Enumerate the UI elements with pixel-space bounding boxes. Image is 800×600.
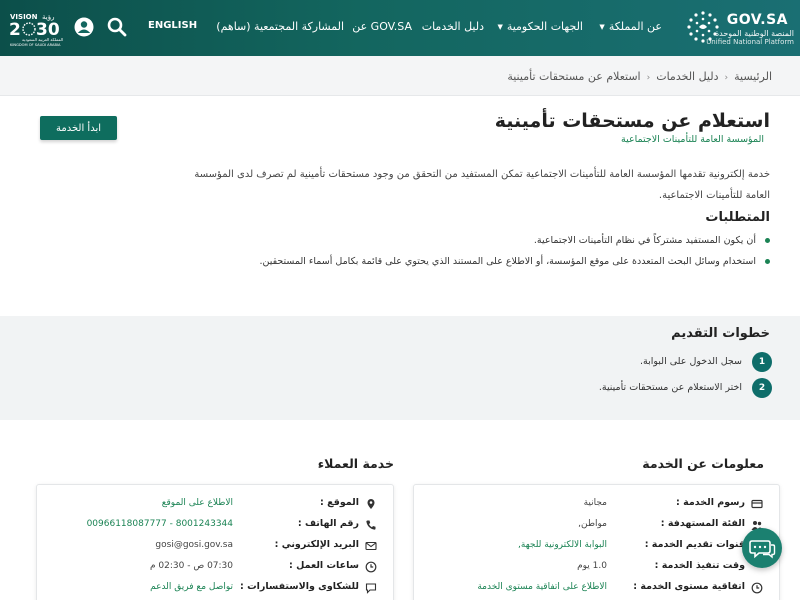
- svg-text:KINGDOM OF SAUDI ARABIA: KINGDOM OF SAUDI ARABIA: [10, 43, 61, 47]
- requirement-item: استخدام وسائل البحث المتعددة على موقع ال…: [210, 255, 770, 276]
- info-label: قنوات تقديم الخدمة :: [644, 539, 745, 550]
- nav-sahem[interactable]: المشاركة المجتمعية (ساهم): [216, 20, 344, 33]
- info-row-channels: قنوات تقديم الخدمة : البوابة الالكترونية…: [414, 539, 779, 559]
- contact-row-phone: رقم الهاتف : 8001243344 - 00966118087777: [37, 518, 393, 538]
- brand-name: GOV.SA: [726, 12, 788, 28]
- chat-support-button[interactable]: [742, 528, 782, 568]
- contact-value[interactable]: gosi@gosi.gov.sa: [155, 540, 233, 550]
- requirement-text: استخدام وسائل البحث المتعددة على موقع ال…: [259, 256, 756, 267]
- contact-value-link[interactable]: الاطلاع على الموقع: [162, 498, 233, 508]
- customer-service-card: الموقع : الاطلاع على الموقع رقم الهاتف :…: [36, 484, 394, 600]
- svg-text:المملكة العربية السعودية: المملكة العربية السعودية: [22, 37, 63, 42]
- info-label: اتفاقية مستوى الخدمة :: [633, 581, 745, 592]
- nav-gov-entities-label: الجهات الحكومية: [506, 20, 583, 33]
- contact-value: 07:30 ص - 02:30 م: [149, 561, 233, 571]
- mail-icon: [365, 541, 377, 551]
- chevron-down-icon: ▼: [497, 23, 503, 31]
- requirements-heading: المتطلبات: [705, 210, 770, 225]
- card-icon: [751, 499, 763, 509]
- chat-bubble-icon: [365, 583, 377, 594]
- info-label: رسوم الخدمة :: [676, 497, 745, 508]
- breadcrumb-service-guide[interactable]: دليل الخدمات: [656, 70, 718, 83]
- requirement-item: أن يكون المستفيد مشتركاً في نظام التأمين…: [210, 234, 770, 255]
- agency-name[interactable]: المؤسسة العامة للتأمينات الاجتماعية: [621, 134, 764, 145]
- info-row-audience: الفئة المستهدفة : مواطن,: [414, 518, 779, 538]
- nav-service-guide[interactable]: دليل الخدمات: [422, 20, 484, 33]
- info-value-link[interactable]: البوابة الالكترونية للجهة,: [518, 540, 607, 550]
- contact-value-link[interactable]: 8001243344 - 00966118087777: [87, 519, 233, 529]
- info-label: الفئة المستهدفة :: [660, 518, 745, 529]
- service-info-heading: معلومات عن الخدمة: [642, 456, 764, 471]
- info-value: مواطن,: [578, 519, 607, 529]
- contact-label: للشكاوى والاستفسارات :: [239, 581, 359, 592]
- contact-row-email: البريد الإلكتروني : gosi@gosi.gov.sa: [37, 539, 393, 559]
- chevron-left-icon: ‹: [646, 73, 651, 83]
- bullet-icon: [765, 238, 770, 243]
- application-steps-section: خطوات التقديم 1 سجل الدخول على البوابة. …: [0, 316, 800, 420]
- contact-row-location: الموقع : الاطلاع على الموقع: [37, 497, 393, 517]
- svg-text:2: 2: [9, 20, 21, 40]
- chevron-left-icon: ‹: [724, 73, 729, 83]
- contact-label: رقم الهاتف :: [297, 518, 359, 529]
- requirement-text: أن يكون المستفيد مشتركاً في نظام التأمين…: [533, 235, 756, 246]
- nav-about-kingdom-label: عن المملكة: [608, 20, 662, 33]
- info-row-sla: اتفاقية مستوى الخدمة : الاطلاع على اتفاق…: [414, 581, 779, 600]
- step-text: اختر الاستعلام عن مستحقات تأمينية.: [598, 382, 742, 393]
- info-label: وقت تنفيذ الخدمة :: [654, 560, 745, 571]
- breadcrumb-home[interactable]: الرئيسية: [734, 70, 772, 83]
- service-description: خدمة إلكترونية تقدمها المؤسسة العامة للت…: [194, 169, 770, 201]
- clock-icon: [751, 582, 763, 594]
- brand-arabic-line: المنصة الوطنية الموحدة: [714, 29, 794, 38]
- clock-icon: [365, 561, 377, 573]
- phone-icon: [366, 520, 376, 530]
- chevron-down-icon: ▼: [599, 23, 605, 31]
- breadcrumb: الرئيسية ‹ دليل الخدمات ‹ استعلام عن مستحقات…: [0, 56, 800, 96]
- nav-gov-entities[interactable]: ▼ الجهات الحكومية: [497, 20, 583, 33]
- bullet-icon: [765, 259, 770, 264]
- contact-label: البريد الإلكتروني :: [274, 539, 359, 550]
- nav-about-govsa[interactable]: عن GOV.SA: [352, 20, 412, 33]
- contact-label: ساعات العمل :: [289, 560, 359, 571]
- info-value: 1.0 يوم: [577, 561, 607, 571]
- chat-icon: [749, 540, 776, 559]
- steps-heading: خطوات التقديم: [671, 326, 770, 341]
- top-navigation-bar: GOV.SA المنصة الوطنية الموحدة Unified Na…: [0, 0, 800, 56]
- start-service-button[interactable]: ابدأ الخدمة: [40, 116, 117, 140]
- info-value-link[interactable]: الاطلاع على اتفاقية مستوى الخدمة: [477, 582, 607, 592]
- nav-about-kingdom[interactable]: ▼ عن المملكة: [599, 20, 662, 33]
- search-icon[interactable]: [106, 16, 128, 38]
- brand-english-line: Unified National Platform: [706, 38, 794, 46]
- language-switch-english[interactable]: ENGLISH: [148, 20, 197, 31]
- info-row-duration: وقت تنفيذ الخدمة : 1.0 يوم: [414, 560, 779, 580]
- info-row-fees: رسوم الخدمة : مجانية: [414, 497, 779, 517]
- step-text: سجل الدخول على البوابة.: [640, 356, 742, 367]
- info-value: مجانية: [583, 498, 607, 508]
- step-number-badge: 2: [752, 378, 772, 398]
- contact-label: الموقع :: [320, 497, 359, 508]
- user-account-icon[interactable]: [73, 16, 95, 38]
- breadcrumb-current: استعلام عن مستحقات تأمينية: [507, 70, 641, 83]
- contact-value-link[interactable]: تواصل مع فريق الدعم: [150, 582, 233, 592]
- contact-row-hours: ساعات العمل : 07:30 ص - 02:30 م: [37, 560, 393, 580]
- vision-2030-logo: VISION رؤية 2 30 المملكة العربية السعودي…: [9, 13, 63, 47]
- contact-row-support: للشكاوى والاستفسارات : تواصل مع فريق الد…: [37, 581, 393, 600]
- page-title: استعلام عن مستحقات تأمينية: [494, 110, 770, 132]
- govsa-logo[interactable]: GOV.SA المنصة الوطنية الموحدة Unified Na…: [687, 9, 794, 47]
- step-number-badge: 1: [752, 352, 772, 372]
- service-info-card: رسوم الخدمة : مجانية الفئة المستهدفة : م…: [413, 484, 780, 600]
- location-pin-icon: [367, 499, 375, 509]
- requirements-list: أن يكون المستفيد مشتركاً في نظام التأمين…: [210, 234, 770, 276]
- customer-service-heading: خدمة العملاء: [317, 456, 394, 471]
